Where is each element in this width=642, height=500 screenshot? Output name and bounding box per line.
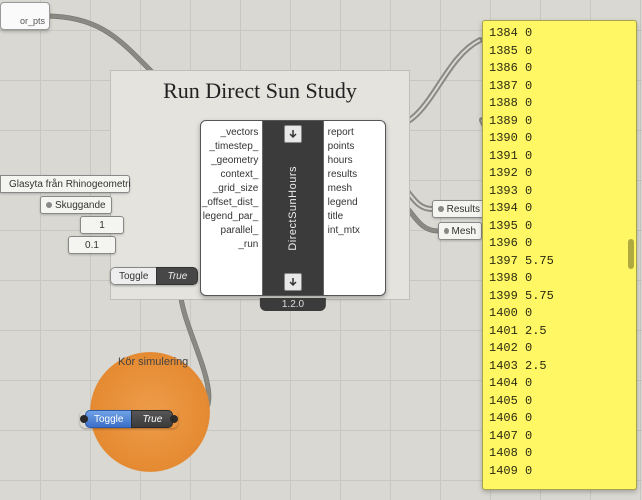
param-label: Glasyta från Rhinogeometri	[9, 179, 131, 190]
slider-offset[interactable]: 0.1	[68, 236, 116, 254]
component-outputs: report points hours results mesh legend …	[324, 121, 385, 295]
output-hours[interactable]: hours	[328, 155, 353, 166]
input-run[interactable]: _run	[238, 239, 258, 250]
toggle-label: Toggle	[85, 410, 131, 428]
grip-icon	[444, 228, 449, 234]
component-name: DirectSunHours	[287, 166, 299, 251]
grip-icon	[438, 206, 444, 212]
param-label: Results	[447, 204, 480, 215]
param-label: Mesh	[452, 226, 476, 237]
panel-row: 1405 0	[489, 393, 630, 411]
arrow-down-icon[interactable]	[284, 273, 302, 291]
toggle-value: True	[131, 410, 173, 428]
param-shading[interactable]: Skuggande	[40, 196, 112, 214]
output-report[interactable]: report	[328, 127, 354, 138]
param-glass-geometry[interactable]: Glasyta från Rhinogeometri	[0, 175, 130, 193]
panel-row: 1386 0	[489, 60, 630, 78]
panel-row: 1396 0	[489, 235, 630, 253]
output-title[interactable]: title	[328, 211, 344, 222]
scribble-label: Kör simulering	[118, 356, 188, 368]
param-mesh[interactable]: Mesh	[438, 222, 482, 240]
panel-row: 1404 0	[489, 375, 630, 393]
grip-icon	[170, 415, 178, 423]
panel-row: 1397 5.75	[489, 253, 630, 271]
input-offset-dist[interactable]: _offset_dist_	[202, 197, 259, 208]
grip-icon	[80, 415, 88, 423]
panel-row: 1384 0	[489, 25, 630, 43]
input-vectors[interactable]: _vectors	[221, 127, 259, 138]
panel-row: 1408 0	[489, 445, 630, 463]
toggle-parallel[interactable]: Toggle True	[110, 267, 198, 285]
param-label: Skuggande	[55, 200, 106, 211]
toggle-run[interactable]: Toggle True	[80, 410, 178, 428]
slider-grid-size[interactable]: 1	[80, 216, 124, 234]
panel-row: 1403 2.5	[489, 358, 630, 376]
output-int-mtx[interactable]: int_mtx	[328, 225, 360, 236]
data-panel[interactable]: 1384 01385 01386 01387 01388 01389 01390…	[482, 20, 637, 490]
panel-row: 1388 0	[489, 95, 630, 113]
group-title: Run Direct Sun Study	[115, 78, 405, 104]
panel-row: 1398 0	[489, 270, 630, 288]
output-legend[interactable]: legend	[328, 197, 358, 208]
toggle-value: True	[156, 267, 198, 285]
output-results[interactable]: results	[328, 169, 357, 180]
component-version: 1.2.0	[260, 298, 326, 311]
input-geometry[interactable]: _geometry	[211, 155, 258, 166]
input-grid-size[interactable]: _grid_size	[213, 183, 259, 194]
direct-sun-hours-component[interactable]: _vectors _timestep_ _geometry context_ _…	[200, 120, 386, 296]
panel-row: 1406 0	[489, 410, 630, 428]
grip-icon	[46, 202, 52, 208]
panel-row: 1391 0	[489, 148, 630, 166]
component-body[interactable]: DirectSunHours 1.2.0	[262, 121, 323, 295]
output-mesh[interactable]: mesh	[328, 183, 352, 194]
arrow-down-icon[interactable]	[284, 125, 302, 143]
toggle-label: Toggle	[110, 267, 156, 285]
output-label: or_pts	[20, 16, 45, 26]
component-inputs: _vectors _timestep_ _geometry context_ _…	[201, 121, 262, 295]
panel-row: 1409 0	[489, 463, 630, 481]
input-parallel[interactable]: parallel_	[221, 225, 259, 236]
panel-row: 1393 0	[489, 183, 630, 201]
param-results[interactable]: Results	[432, 200, 486, 218]
output-points[interactable]: points	[328, 141, 355, 152]
panel-row: 1392 0	[489, 165, 630, 183]
panel-row: 1385 0	[489, 43, 630, 61]
panel-row: 1399 5.75	[489, 288, 630, 306]
panel-row: 1394 0	[489, 200, 630, 218]
panel-row: 1402 0	[489, 340, 630, 358]
panel-content: 1384 01385 01386 01387 01388 01389 01390…	[489, 25, 630, 480]
panel-row: 1400 0	[489, 305, 630, 323]
panel-row: 1395 0	[489, 218, 630, 236]
panel-row: 1390 0	[489, 130, 630, 148]
slider-value: 0.1	[85, 240, 99, 251]
input-legend-par[interactable]: legend_par_	[203, 211, 259, 222]
partial-component[interactable]: or_pts	[0, 2, 50, 30]
panel-row: 1407 0	[489, 428, 630, 446]
input-timestep[interactable]: _timestep_	[209, 141, 258, 152]
panel-row: 1401 2.5	[489, 323, 630, 341]
slider-value: 1	[99, 220, 105, 231]
input-context[interactable]: context_	[221, 169, 259, 180]
panel-row: 1387 0	[489, 78, 630, 96]
scrollbar-thumb[interactable]	[628, 239, 634, 269]
panel-row: 1389 0	[489, 113, 630, 131]
